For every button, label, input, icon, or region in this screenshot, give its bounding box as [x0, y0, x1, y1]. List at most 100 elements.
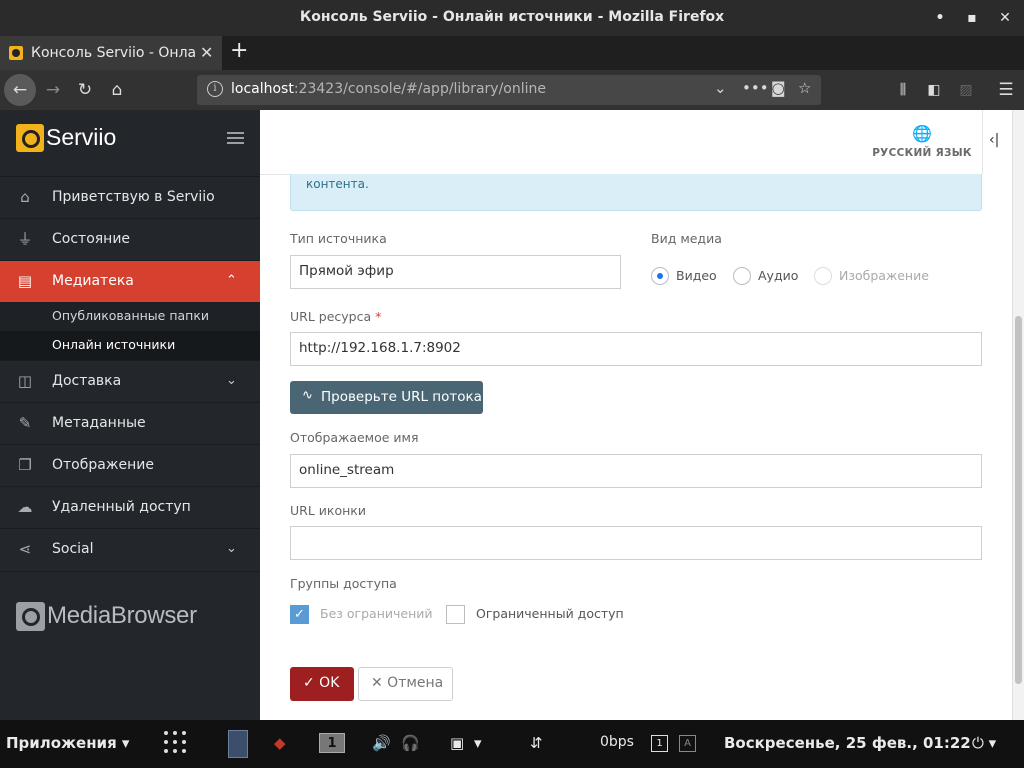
collapse-panel-button[interactable]: ‹|	[982, 110, 1012, 174]
clock[interactable]: Воскресенье, 25 фев., 01:22	[724, 734, 971, 752]
app-launcher-icon[interactable]: ◆	[274, 734, 286, 752]
sidebar-item-presentation[interactable]: ❐ Отображение	[0, 444, 260, 487]
hamburger-menu-icon[interactable]: ☰	[993, 77, 1019, 103]
window-title: Консоль Serviio - Онлайн источники - Moz…	[299, 9, 725, 25]
media-type-label: Вид медиа	[651, 231, 722, 246]
power-menu-icon[interactable]: ⏻ ▾	[972, 734, 996, 752]
icon-url-input[interactable]	[290, 526, 982, 560]
display-name-label: Отображаемое имя	[290, 430, 419, 445]
headphones-icon[interactable]: 🎧	[401, 734, 420, 752]
arrow-left-icon: ←	[12, 80, 28, 100]
sidebar-item-delivery[interactable]: ◫ Доставка ⌄	[0, 360, 260, 403]
language-selector[interactable]: 🌐 РУССКИЙ ЯЗЫК	[872, 124, 972, 159]
check-stream-url-label: Проверьте URL потока	[321, 389, 482, 405]
url-host: localhost	[231, 81, 294, 97]
navigation-bar: ← → ↻ ⌂ i localhost:23423/console/#/app/…	[0, 70, 1024, 110]
url-text[interactable]: localhost:23423/console/#/app/library/on…	[231, 81, 546, 97]
sidebar-subitem-published-folders[interactable]: Опубликованные папки	[0, 302, 260, 331]
network-speed: 0bps	[600, 734, 634, 750]
file-manager-icon[interactable]	[228, 730, 248, 758]
sidebar-subitem-label: Опубликованные папки	[52, 308, 210, 323]
sidebar-item-remote-access[interactable]: ☁ Удаленный доступ	[0, 486, 260, 529]
library-icon[interactable]: ⫼	[890, 77, 916, 103]
sidebar-item-social[interactable]: ⋖ Social ⌄	[0, 528, 260, 572]
app-grid-icon[interactable]	[164, 731, 186, 753]
required-mark: *	[375, 309, 382, 324]
cloud-icon: ☁	[17, 498, 33, 516]
sidebar-item-status[interactable]: ⏚ Состояние	[0, 218, 260, 261]
checkmark-icon[interactable]: ✓	[290, 605, 309, 624]
radio-circle[interactable]	[651, 267, 669, 285]
more-actions-icon[interactable]: •••	[742, 79, 769, 97]
sidebar-item-welcome[interactable]: ⌂ Приветствую в Serviio	[0, 176, 260, 219]
sidebar-item-label: Приветствую в Serviio	[52, 189, 215, 205]
clipboard-icon[interactable]: ▣	[450, 734, 464, 752]
tab-close-icon[interactable]: ✕	[200, 43, 213, 62]
sidebar: Serviio ⌂ Приветствую в Serviio ⏚ Состоя…	[0, 110, 260, 720]
close-window-button[interactable]: ✕	[994, 7, 1016, 29]
url-bar[interactable]: i localhost:23423/console/#/app/library/…	[197, 75, 821, 105]
reload-button[interactable]: ↻	[72, 77, 98, 103]
checkbox-label: Без ограничений	[320, 606, 433, 621]
sidebar-item-label: Удаленный доступ	[52, 499, 191, 515]
plug-icon: ⏚	[17, 230, 33, 248]
library-icon: ▤	[17, 272, 33, 290]
sidebar-subitem-online-sources[interactable]: Онлайн источники	[0, 331, 260, 360]
applications-menu[interactable]: Приложения ▾	[6, 734, 129, 752]
source-type-select[interactable]: Прямой эфир	[290, 255, 621, 289]
url-path: :23423/console/#/app/library/online	[293, 81, 547, 97]
tab-label: Консоль Serviio - Онлайн источники	[31, 45, 195, 61]
pocket-icon[interactable]: ◙	[771, 79, 786, 97]
sidebar-item-label: Доставка	[52, 373, 122, 389]
check-stream-url-button[interactable]: ∿ Проверьте URL потока	[290, 381, 483, 414]
forward-button[interactable]: →	[40, 77, 66, 103]
info-alert-text: контента.	[306, 177, 369, 191]
maximize-button[interactable]: ▪	[961, 7, 983, 29]
sidebar-item-library[interactable]: ▤ Медиатека ⌃	[0, 260, 260, 303]
cancel-button[interactable]: ✕ Отмена	[358, 667, 453, 701]
sidebar-subitem-label: Онлайн источники	[52, 337, 176, 352]
resource-url-input[interactable]: http://192.168.1.7:8902	[290, 332, 982, 366]
ok-button[interactable]: ✓ OK	[290, 667, 354, 701]
tab-bar: Консоль Serviio - Онлайн источники ✕ +	[0, 36, 1024, 70]
workspace-indicator[interactable]: 1	[319, 733, 345, 753]
keyboard-layout-1-icon[interactable]: 1	[651, 735, 668, 752]
menu-toggle-icon[interactable]	[227, 132, 244, 147]
access-groups-label: Группы доступа	[290, 576, 397, 591]
radio-label: Изображение	[839, 268, 929, 283]
info-icon[interactable]: i	[207, 81, 223, 97]
desktop-taskbar: Приложения ▾ ◆ 1 🔊 🎧 ▣ ▾ ⇵ 0bps 1 A Воск…	[0, 720, 1024, 768]
tab-serviio-console[interactable]: Консоль Serviio - Онлайн источники ✕	[0, 36, 222, 70]
share-icon: ⋖	[18, 540, 32, 558]
extension-icon[interactable]: ▨	[953, 77, 979, 103]
network-icon[interactable]: ⇵	[530, 734, 543, 752]
volume-icon[interactable]: 🔊	[372, 734, 391, 752]
radio-circle	[814, 267, 832, 285]
checkbox-box[interactable]	[446, 605, 465, 624]
sidebar-toggle-icon[interactable]: ◧	[921, 77, 947, 103]
radio-label: Аудио	[758, 268, 799, 283]
sidebar-item-label: Отображение	[52, 457, 154, 473]
sidebar-item-label: Social	[52, 541, 94, 557]
home-icon: ⌂	[111, 80, 123, 100]
back-button[interactable]: ←	[4, 74, 36, 106]
chevron-down-icon[interactable]: ⌄	[714, 79, 727, 97]
language-label: РУССКИЙ ЯЗЫК	[872, 147, 972, 159]
chevron-up-icon: ⌃	[226, 273, 237, 288]
keyboard-layout-a-icon[interactable]: A	[679, 735, 696, 752]
source-type-value: Прямой эфир	[299, 263, 394, 279]
chevron-down-icon[interactable]: ▾	[474, 734, 482, 752]
sidebar-item-label: Метаданные	[52, 415, 146, 431]
display-name-input[interactable]: online_stream	[290, 454, 982, 488]
radio-circle[interactable]	[733, 267, 751, 285]
resource-url-value: http://192.168.1.7:8902	[299, 340, 461, 356]
home-button[interactable]: ⌂	[104, 77, 130, 103]
new-tab-button[interactable]: +	[230, 38, 248, 63]
serviio-logo-icon	[16, 124, 44, 152]
bookmark-star-icon[interactable]: ☆	[798, 79, 811, 97]
scrollbar-thumb[interactable]	[1015, 316, 1022, 684]
sidebar-item-metadata[interactable]: ✎ Метаданные	[0, 402, 260, 445]
minimize-button[interactable]: •	[929, 7, 951, 29]
chevron-down-icon: ⌄	[226, 373, 237, 388]
page-scrollbar[interactable]	[1012, 110, 1024, 720]
